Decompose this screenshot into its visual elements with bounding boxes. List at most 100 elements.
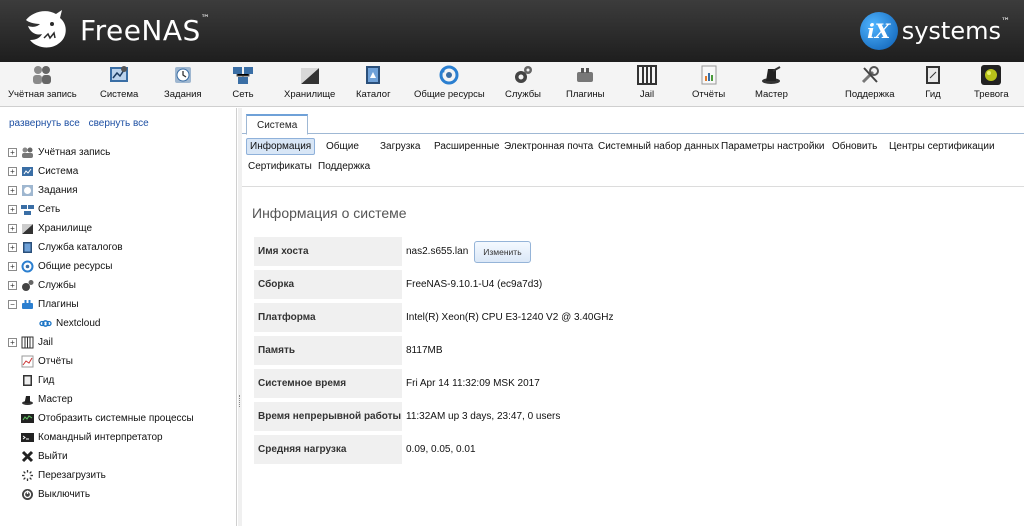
reports-icon <box>701 65 717 85</box>
subtab-system-dataset[interactable]: Системный набор данных <box>598 141 719 152</box>
expand-toggle-icon[interactable]: + <box>8 205 17 214</box>
network-icon <box>21 205 34 215</box>
info-row-load-average: Средняя нагрузка 0.09, 0.05, 0.01 <box>254 433 814 466</box>
system-icon <box>22 167 33 176</box>
toolbar-label: Гид <box>925 89 941 100</box>
info-row-platform: Платформа Intel(R) Xeon(R) CPU E3-1240 V… <box>254 301 814 334</box>
info-value: nas2.s655.lan Изменить <box>402 240 531 263</box>
subtab-general[interactable]: Общие <box>326 141 359 152</box>
info-value: 8117MB <box>406 345 443 356</box>
subtab-update[interactable]: Обновить <box>832 141 877 152</box>
collapse-toggle-icon[interactable]: − <box>8 300 17 309</box>
subtab-email[interactable]: Электронная почта <box>504 141 593 152</box>
toolbar-wizard[interactable]: Мастер <box>755 64 788 106</box>
expand-toggle-icon[interactable]: + <box>8 167 17 176</box>
main-panel: Система Информация Общие Загрузка Расшир… <box>242 108 1024 526</box>
tree-item-reports[interactable]: Отчёты <box>8 352 234 371</box>
info-row-hostname: Имя хоста nas2.s655.lan Изменить <box>254 235 814 268</box>
tree-item-label: Службы <box>38 280 76 291</box>
toolbar-system[interactable]: Система <box>100 64 138 106</box>
subtab-cas[interactable]: Центры сертификации <box>889 141 995 152</box>
info-label: Платформа <box>254 303 402 332</box>
info-row-build: Сборка FreeNAS-9.10.1-U4 (ec9a7d3) <box>254 268 814 301</box>
subtab-boot[interactable]: Загрузка <box>380 141 420 152</box>
storage-icon <box>300 68 319 84</box>
tree-item-accounts[interactable]: + Учётная запись <box>8 143 234 162</box>
tree-item-label: Jail <box>38 337 54 348</box>
tree-item-label: Nextcloud <box>56 318 101 329</box>
alert-light-icon <box>981 65 1002 85</box>
tree-item-wizard[interactable]: Мастер <box>8 390 234 409</box>
toolbar-network[interactable]: Сеть <box>232 64 254 106</box>
expand-toggle-icon[interactable]: + <box>8 148 17 157</box>
services-icon <box>22 280 34 291</box>
tree-item-plugins[interactable]: − Плагины <box>8 295 234 314</box>
toolbar-alert[interactable]: Тревога <box>974 64 1009 106</box>
tree-item-shutdown[interactable]: Выключить <box>8 485 234 504</box>
subtab-support[interactable]: Поддержка <box>318 161 370 172</box>
tree-item-services[interactable]: + Службы <box>8 276 234 295</box>
tree-item-jail[interactable]: + Jail <box>8 333 234 352</box>
nextcloud-icon <box>39 320 52 327</box>
tree-item-label: Выйти <box>38 451 68 462</box>
tree-item-shell[interactable]: Командный интерпретатор <box>8 428 234 447</box>
info-value: 11:32AM up 3 days, 23:47, 0 users <box>406 411 561 422</box>
tab-system[interactable]: Система <box>246 114 309 135</box>
toolbar-accounts[interactable]: Учётная запись <box>8 64 77 106</box>
expand-toggle-icon[interactable]: + <box>8 338 17 347</box>
expand-toggle-icon[interactable]: + <box>8 186 17 195</box>
tree-item-nextcloud[interactable]: Nextcloud <box>8 314 234 333</box>
tree-item-guide[interactable]: Гид <box>8 371 234 390</box>
toolbar-storage[interactable]: Хранилище <box>284 64 335 106</box>
subtab-certificates[interactable]: Сертификаты <box>248 161 312 172</box>
tree-item-sharing[interactable]: + Общие ресурсы <box>8 257 234 276</box>
tree-item-directory-service[interactable]: + Служба каталогов <box>8 238 234 257</box>
toolbar-reports[interactable]: Отчёты <box>692 64 725 106</box>
toolbar-plugins[interactable]: Плагины <box>566 64 605 106</box>
expand-toggle-icon[interactable]: + <box>8 224 17 233</box>
toolbar-guide[interactable]: Гид <box>922 64 944 106</box>
tree-item-label: Задания <box>38 185 78 196</box>
toolbar-label: Задания <box>164 89 202 100</box>
info-row-system-time: Системное время Fri Apr 14 11:32:09 MSK … <box>254 367 814 400</box>
tree-item-tasks[interactable]: + Задания <box>8 181 234 200</box>
tree-item-label: Хранилище <box>38 223 92 234</box>
subtab-tunables[interactable]: Параметры настройки <box>721 141 824 152</box>
freenas-logo[interactable]: FreeNAS™ <box>22 8 210 52</box>
expand-all-link[interactable]: развернуть все <box>9 118 80 129</box>
toolbar-directory[interactable]: Каталог <box>356 64 391 106</box>
expand-toggle-icon[interactable]: + <box>8 281 17 290</box>
change-hostname-button[interactable]: Изменить <box>474 240 531 263</box>
tree-item-network[interactable]: + Сеть <box>8 200 234 219</box>
sharing-icon <box>439 65 459 85</box>
toolbar-services[interactable]: Службы <box>505 64 541 106</box>
info-label: Средняя нагрузка <box>254 435 402 464</box>
tree-item-reboot[interactable]: Перезагрузить <box>8 466 234 485</box>
ixsystems-logo[interactable]: iX systems™ <box>859 12 1010 50</box>
expand-toggle-icon[interactable]: + <box>8 262 17 271</box>
splitter-grip-icon[interactable] <box>239 395 241 407</box>
nav-tree: + Учётная запись + Система + Задания + С… <box>8 143 234 504</box>
info-label: Сборка <box>254 270 402 299</box>
plugins-icon <box>577 68 594 82</box>
tree-item-logout[interactable]: Выйти <box>8 447 234 466</box>
tree-item-system-processes[interactable]: Отобразить системные процессы <box>8 409 234 428</box>
system-info-content: Информация о системе Имя хоста nas2.s655… <box>242 186 1024 526</box>
toolbar-jail[interactable]: Jail <box>636 64 658 106</box>
subtab-information[interactable]: Информация <box>246 138 316 155</box>
tree-item-system[interactable]: + Система <box>8 162 234 181</box>
services-icon <box>515 66 532 83</box>
toolbar-label: Общие ресурсы <box>414 89 485 100</box>
toolbar-sharing[interactable]: Общие ресурсы <box>414 64 485 106</box>
toolbar-tasks[interactable]: Задания <box>164 64 202 106</box>
section-title: Информация о системе <box>252 205 407 221</box>
tree-item-label: Выключить <box>38 489 91 500</box>
shark-logo-icon <box>26 10 66 48</box>
tree-item-storage[interactable]: + Хранилище <box>8 219 234 238</box>
subtab-advanced[interactable]: Расширенные <box>434 141 499 152</box>
collapse-all-link[interactable]: свернуть все <box>89 118 149 129</box>
expand-toggle-icon[interactable]: + <box>8 243 17 252</box>
tree-item-label: Сеть <box>38 204 61 215</box>
toolbar-label: Службы <box>505 89 541 100</box>
toolbar-support[interactable]: Поддержка <box>845 64 895 106</box>
